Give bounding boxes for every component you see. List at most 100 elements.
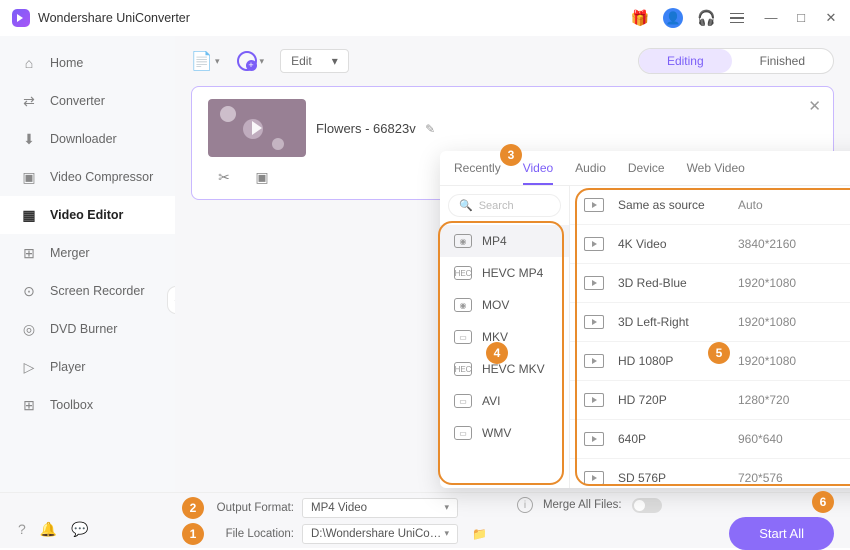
res-hd-720p[interactable]: HD 720P1280*720✎ bbox=[570, 381, 850, 420]
res-sd-576p[interactable]: SD 576P720*576✎ bbox=[570, 459, 850, 488]
format-dropdown: Recently Video Audio Device Web Video 🔍 … bbox=[440, 151, 850, 488]
sidebar-item-toolbox[interactable]: ⊞Toolbox bbox=[0, 386, 175, 424]
resolution-list: Same as sourceAuto✎ 4K Video3840*2160✎ 3… bbox=[570, 186, 850, 488]
search-placeholder: Search bbox=[479, 200, 514, 212]
video-icon bbox=[584, 276, 604, 290]
pin-2: 2 bbox=[182, 497, 204, 519]
sidebar-item-dvd-burner[interactable]: ◎DVD Burner bbox=[0, 310, 175, 348]
res-640p[interactable]: 640P960*640✎ bbox=[570, 420, 850, 459]
add-circle-icon bbox=[236, 50, 258, 72]
sidebar-item-label: Home bbox=[50, 56, 83, 70]
window-maximize-button[interactable]: □ bbox=[794, 10, 808, 26]
notification-bell-icon[interactable]: 🔔 bbox=[40, 521, 57, 538]
video-icon bbox=[584, 471, 604, 485]
res-3d-red-blue[interactable]: 3D Red-Blue1920*1080✎ bbox=[570, 264, 850, 303]
video-icon bbox=[584, 393, 604, 407]
titlebar: Wondershare UniConverter 🎁 👤 🎧 — □ ✕ bbox=[0, 0, 850, 36]
cut-icon[interactable]: ✂ bbox=[214, 167, 234, 187]
file-location-label: File Location: bbox=[212, 528, 294, 540]
output-format-label: Output Format: bbox=[212, 502, 294, 514]
add-file-button[interactable]: 📄 ▾ bbox=[191, 50, 220, 72]
format-avi[interactable]: ▭AVI bbox=[440, 385, 569, 417]
format-icon: ▭ bbox=[454, 330, 472, 344]
sidebar-item-label: Screen Recorder bbox=[50, 284, 145, 298]
tab-web-video[interactable]: Web Video bbox=[687, 161, 745, 185]
res-3d-left-right[interactable]: 3D Left-Right1920*1080✎ bbox=[570, 303, 850, 342]
output-format-select[interactable]: MP4 Video▾ bbox=[302, 498, 458, 518]
sidebar-item-label: Player bbox=[50, 360, 85, 374]
window-close-button[interactable]: ✕ bbox=[824, 10, 838, 26]
sidebar-item-home[interactable]: ⌂Home bbox=[0, 44, 175, 82]
format-hevc-mp4[interactable]: HECHEVC MP4 bbox=[440, 257, 569, 289]
tab-video[interactable]: Video bbox=[523, 161, 553, 185]
window-minimize-button[interactable]: — bbox=[764, 10, 778, 26]
sidebar-item-player[interactable]: ▷ Player bbox=[0, 348, 175, 386]
rename-icon[interactable]: ✎ bbox=[425, 122, 435, 136]
crop-icon[interactable]: ▣ bbox=[252, 167, 272, 187]
user-avatar-icon[interactable]: 👤 bbox=[663, 8, 683, 28]
video-icon bbox=[584, 315, 604, 329]
start-all-button[interactable]: Start All bbox=[729, 517, 834, 550]
tab-audio[interactable]: Audio bbox=[575, 161, 606, 185]
format-icon: ◉ bbox=[454, 234, 472, 248]
format-icon: ◉ bbox=[454, 298, 472, 312]
video-thumbnail[interactable] bbox=[208, 99, 306, 157]
segment-finished[interactable]: Finished bbox=[732, 49, 833, 73]
sidebar-item-label: Merger bbox=[50, 246, 90, 260]
help-icon[interactable]: ? bbox=[18, 521, 26, 538]
sidebar-item-label: Video Compressor bbox=[50, 170, 153, 184]
tab-device[interactable]: Device bbox=[628, 161, 665, 185]
sidebar-item-merger[interactable]: ⊞Merger bbox=[0, 234, 175, 272]
chevron-down-icon: ▾ bbox=[260, 56, 265, 67]
format-wmv[interactable]: ▭WMV bbox=[440, 417, 569, 449]
pin-4: 4 bbox=[486, 342, 508, 364]
support-headset-icon[interactable]: 🎧 bbox=[697, 9, 716, 27]
res-same-as-source[interactable]: Same as sourceAuto✎ bbox=[570, 186, 850, 225]
compress-icon: ▣ bbox=[20, 168, 38, 186]
sidebar-item-compressor[interactable]: ▣ Video Compressor bbox=[0, 158, 175, 196]
close-card-button[interactable]: ✕ bbox=[808, 97, 821, 115]
file-location-select[interactable]: D:\Wondershare UniConverter 1▾ bbox=[302, 524, 458, 544]
content-area: 📄 ▾ ▾ Edit ▾ Editing Finished ✕ Fl bbox=[175, 36, 850, 492]
segment-editing[interactable]: Editing bbox=[639, 49, 732, 73]
format-icon: ▭ bbox=[454, 426, 472, 440]
sidebar-item-label: Toolbox bbox=[50, 398, 93, 412]
merge-all-toggle[interactable] bbox=[632, 498, 662, 513]
sidebar-item-label: DVD Burner bbox=[50, 322, 117, 336]
format-icon: HEC bbox=[454, 362, 472, 376]
chevron-down-icon: ▾ bbox=[444, 528, 449, 539]
chevron-down-icon: ▾ bbox=[444, 502, 449, 513]
tab-recently[interactable]: Recently bbox=[454, 161, 501, 185]
sidebar-item-video-editor[interactable]: ▦Video Editor bbox=[0, 196, 175, 234]
gift-icon[interactable]: 🎁 bbox=[631, 9, 650, 27]
video-icon bbox=[584, 354, 604, 368]
format-mov[interactable]: ◉MOV bbox=[440, 289, 569, 321]
video-filename: Flowers - 66823v bbox=[316, 121, 416, 136]
player-icon: ▷ bbox=[20, 358, 38, 376]
chevron-down-icon: ▾ bbox=[215, 56, 220, 67]
merge-all-label: Merge All Files: bbox=[543, 499, 622, 511]
video-icon bbox=[584, 432, 604, 446]
info-icon[interactable]: i bbox=[517, 497, 533, 513]
add-file-icon: 📄 bbox=[191, 50, 213, 72]
format-icon: HEC bbox=[454, 266, 472, 280]
sidebar: ⌂Home ⇄Converter ⬇Downloader ▣ Video Comp… bbox=[0, 36, 175, 492]
format-mp4[interactable]: ◉MP4 bbox=[440, 225, 569, 257]
sidebar-item-label: Video Editor bbox=[50, 208, 123, 222]
hamburger-menu-icon[interactable] bbox=[730, 13, 744, 24]
sidebar-item-converter[interactable]: ⇄Converter bbox=[0, 82, 175, 120]
sidebar-item-downloader[interactable]: ⬇Downloader bbox=[0, 120, 175, 158]
add-url-button[interactable]: ▾ bbox=[236, 50, 265, 72]
open-folder-icon[interactable]: 📁 bbox=[472, 527, 487, 541]
feedback-icon[interactable]: 💬 bbox=[71, 521, 88, 538]
format-list: 🔍 Search ◉MP4 HECHEVC MP4 ◉MOV ▭MKV HECH… bbox=[440, 186, 570, 488]
search-icon: 🔍 bbox=[459, 199, 473, 212]
download-icon: ⬇ bbox=[20, 130, 38, 148]
status-segment: Editing Finished bbox=[638, 48, 834, 74]
format-search[interactable]: 🔍 Search bbox=[448, 194, 561, 217]
sidebar-item-screen-recorder[interactable]: ⊙Screen Recorder bbox=[0, 272, 175, 310]
pin-5: 5 bbox=[708, 342, 730, 364]
res-4k[interactable]: 4K Video3840*2160✎ bbox=[570, 225, 850, 264]
pin-3: 3 bbox=[500, 144, 522, 166]
edit-dropdown[interactable]: Edit ▾ bbox=[280, 49, 349, 73]
